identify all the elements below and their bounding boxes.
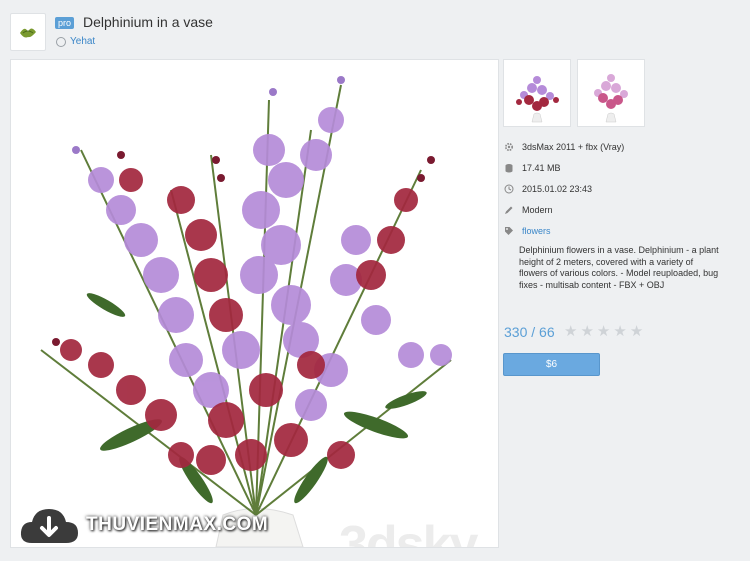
- buy-button[interactable]: $6: [503, 353, 600, 376]
- site-watermark: THUVIENMAX.COM: [18, 503, 268, 547]
- size-text: 17.41 MB: [522, 163, 561, 173]
- author-logo[interactable]: [10, 13, 46, 51]
- software-text: 3dsMax 2011 + fbx (Vray): [522, 142, 625, 152]
- model-description: Delphinium flowers in a vase. Delphinium…: [519, 245, 719, 290]
- pro-badge: pro: [55, 17, 75, 29]
- style-row: Modern: [504, 203, 553, 217]
- author-link[interactable]: Yehat: [70, 36, 95, 48]
- star-icon[interactable]: ★: [597, 324, 610, 340]
- thumbnail-1[interactable]: [503, 59, 571, 127]
- cloud-download-icon: [20, 509, 78, 543]
- pencil-icon: [505, 206, 513, 214]
- user-icon: [56, 37, 66, 47]
- clock-icon: [504, 184, 514, 194]
- page-title: Delphinium in a vase: [83, 14, 213, 30]
- database-icon: [505, 164, 513, 173]
- tag-link[interactable]: flowers: [522, 226, 551, 236]
- delphinium-illustration: [40, 76, 452, 547]
- star-icon[interactable]: ★: [613, 324, 626, 340]
- thumbnail-2[interactable]: [577, 59, 645, 127]
- star-icon[interactable]: ★: [580, 324, 593, 340]
- leaf-icon: [20, 28, 36, 38]
- date-row: 2015.01.02 23:43: [504, 182, 592, 196]
- thumbnail-2-image: [594, 74, 628, 123]
- date-text: 2015.01.02 23:43: [522, 184, 593, 194]
- gear-icon: [504, 142, 514, 152]
- thumbnail-1-image: [516, 76, 559, 123]
- star-icon[interactable]: ★: [630, 324, 643, 340]
- size-row: 17.41 MB: [504, 161, 561, 175]
- software-row: 3dsMax 2011 + fbx (Vray): [504, 140, 624, 154]
- main-preview-image[interactable]: 3dsky: [10, 59, 499, 548]
- star-rating[interactable]: ★ ★ ★ ★ ★: [564, 324, 643, 340]
- tag-row: flowers: [504, 224, 551, 238]
- style-text: Modern: [522, 205, 553, 215]
- rating-counts: 330 / 66: [504, 324, 555, 340]
- star-icon[interactable]: ★: [564, 324, 577, 340]
- site-watermark-text: THUVIENMAX.COM: [86, 514, 269, 535]
- 3dsky-watermark: 3dsky: [339, 516, 478, 548]
- tag-icon: [505, 227, 513, 235]
